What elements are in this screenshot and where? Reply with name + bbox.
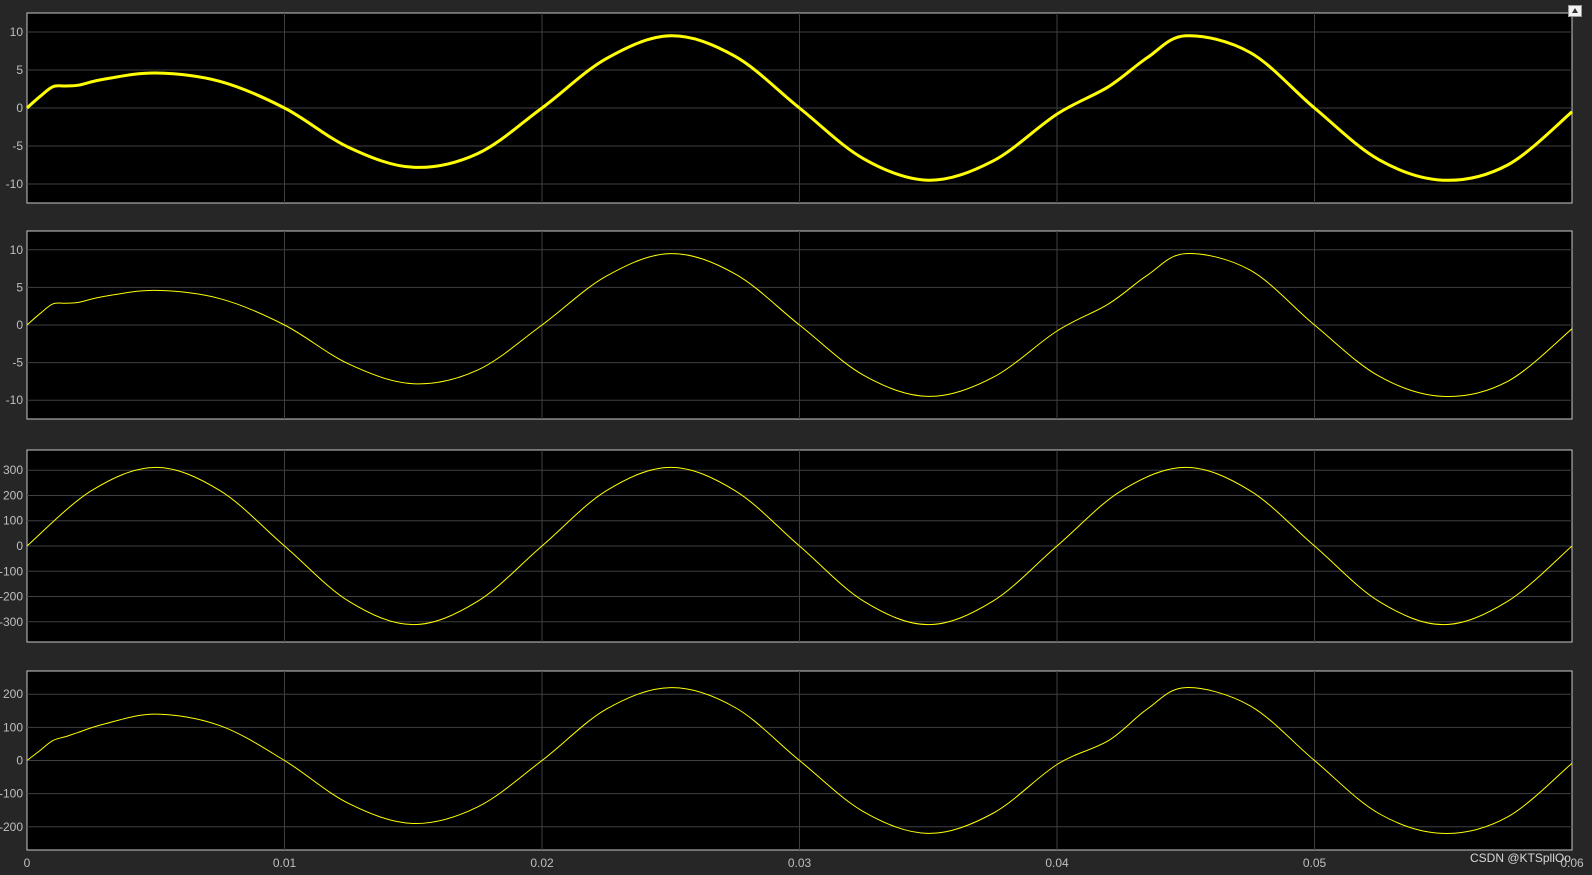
- y-tick-label: -200: [0, 820, 23, 834]
- y-tick-label: 0: [16, 539, 23, 553]
- undock-icon[interactable]: [1568, 5, 1582, 17]
- x-tick-label: 0.03: [788, 856, 812, 870]
- y-tick-label: 0: [16, 754, 23, 768]
- y-tick-label: -200: [0, 590, 23, 604]
- x-tick-label: 0: [24, 856, 31, 870]
- y-tick-label: 10: [10, 25, 24, 39]
- axes-panel-1: 10 5 0 -5 -10: [6, 12, 1573, 204]
- y-tick-label: -10: [6, 177, 24, 191]
- y-tick-label: -10: [6, 393, 24, 407]
- watermark: CSDN @KTSpllOo: [1470, 851, 1571, 865]
- axes-panel-3: 300 200 100 0 -100 -200 -300: [0, 449, 1573, 643]
- y-tick-label: -5: [12, 139, 23, 153]
- x-tick-label: 0.02: [530, 856, 554, 870]
- y-tick-label: -100: [0, 564, 23, 578]
- x-tick-label: 0.04: [1045, 856, 1069, 870]
- y-tick-label: -300: [0, 615, 23, 629]
- y-tick-label: 200: [3, 488, 23, 502]
- axes-panel-4: 200 100 0 -100 -200: [0, 670, 1573, 851]
- y-tick-label: 0: [16, 101, 23, 115]
- y-tick-label: 5: [16, 280, 23, 294]
- axes-panel-2: 10 5 0 -5 -10: [6, 230, 1573, 420]
- y-tick-label: -100: [0, 787, 23, 801]
- scope-figure: 10 5 0 -5 -10 10 5 0 -5 -10 300 200 100 0 -100 -200 -300…: [0, 12, 1584, 870]
- y-tick-label: 10: [10, 243, 24, 257]
- x-tick-label: 0.05: [1303, 856, 1327, 870]
- y-tick-label: 300: [3, 463, 23, 477]
- y-tick-label: 0: [16, 318, 23, 332]
- x-tick-label: 0.01: [273, 856, 297, 870]
- y-tick-label: 100: [3, 514, 23, 528]
- y-tick-label: 200: [3, 687, 23, 701]
- y-tick-label: -5: [12, 356, 23, 370]
- y-tick-label: 100: [3, 720, 23, 734]
- y-tick-label: 5: [16, 63, 23, 77]
